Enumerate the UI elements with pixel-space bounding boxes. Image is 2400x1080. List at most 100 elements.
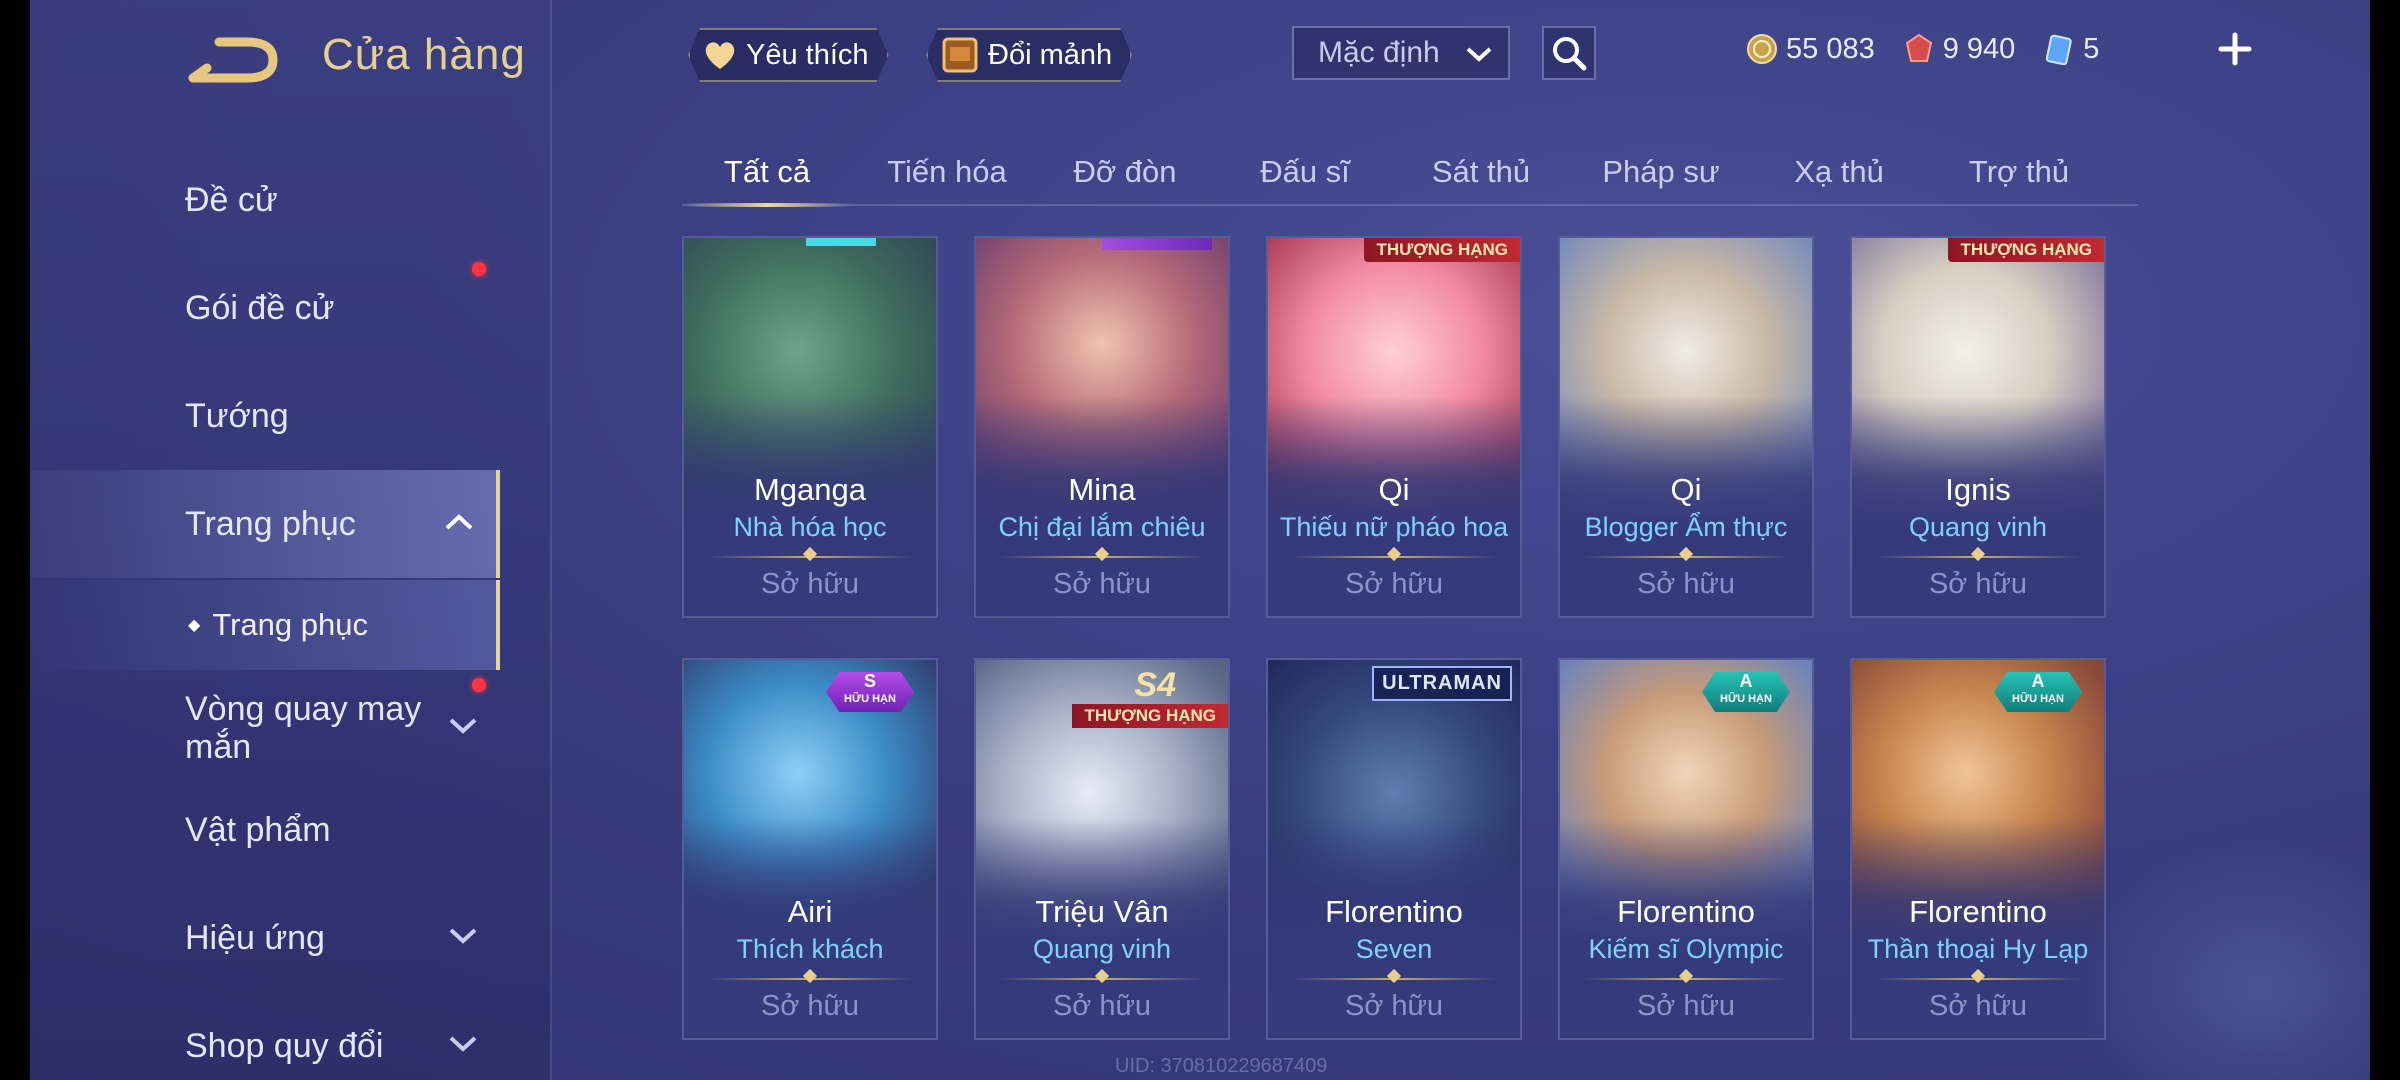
skin-name: Chị đại lắm chiêu (998, 512, 1206, 542)
badge-sub: HỮU HẠN (844, 693, 896, 705)
hero-name: Florentino (1325, 894, 1463, 929)
skin-card[interactable]: THƯỢNG HẠNG Qi Thiếu nữ pháo hoa Sở hữu (1266, 236, 1522, 618)
rarity-s-badge: S HỮU HẠN (826, 672, 914, 712)
tab-marksman[interactable]: Xạ thủ (1754, 140, 1924, 204)
owned-status: Sở hữu (1052, 990, 1152, 1022)
rarity-strip (1102, 238, 1212, 250)
diamond-bullet-icon: ◆ (188, 617, 201, 634)
skin-name: Thiếu nữ pháo hoa (1279, 512, 1509, 542)
ticket-card-icon (2046, 34, 2072, 65)
tab-label: Pháp sư (1602, 154, 1720, 189)
favorites-button[interactable]: Yêu thích (688, 28, 889, 82)
sidebar-item-label: Gói đề cử (185, 288, 335, 327)
skin-card[interactable]: A HỮU HẠN Florentino Thần thoại Hy Lạp S… (1850, 658, 2106, 1040)
chevron-up-icon (444, 511, 474, 537)
fragment-chest-icon (940, 35, 980, 75)
collab-badge: ULTRAMAN (1372, 666, 1512, 701)
sidebar-item-label: Hiệu ứng (185, 918, 325, 957)
currency-bar: 55 083 9 940 5 (1746, 24, 2286, 74)
tab-evolution[interactable]: Tiến hóa (862, 140, 1032, 204)
season-badge: S4 (1134, 666, 1176, 704)
owned-status: Sở hữu (760, 568, 860, 600)
owned-status: Sở hữu (1636, 568, 1736, 600)
sidebar-subitem-skins[interactable]: ◆ Trang phục (30, 580, 500, 670)
sidebar-item-label: Trang phục (185, 504, 356, 543)
badge-grade: A (2031, 671, 2045, 691)
skin-card[interactable]: A HỮU HẠN Florentino Kiếm sĩ Olympic Sở … (1558, 658, 1814, 1040)
skin-card[interactable]: Qi Blogger Ẩm thực Sở hữu (1558, 236, 1814, 618)
skin-name: Quang vinh (1908, 512, 2048, 542)
tab-label: Tiến hóa (887, 154, 1007, 189)
sidebar-item-items[interactable]: Vật phẩm (30, 780, 500, 880)
gold-balance: 55 083 (1746, 33, 1875, 66)
skin-name: Blogger Ẩm thực (1584, 512, 1788, 542)
tab-label: Đấu sĩ (1260, 154, 1350, 189)
favorites-label: Yêu thích (746, 38, 869, 71)
hero-name: Mganga (753, 472, 867, 507)
rarity-a-badge: A HỮU HẠN (1702, 672, 1790, 712)
hero-name: Qi (1378, 472, 1410, 507)
gold-coin-icon (1747, 34, 1777, 64)
sort-value: Mặc định (1318, 36, 1440, 69)
tab-label: Tất cả (723, 154, 811, 189)
rarity-strip (806, 238, 876, 246)
sidebar-item-bundles[interactable]: Gói đề cử (30, 258, 500, 358)
badge-grade: S (863, 671, 876, 691)
tab-label: Đỡ đòn (1073, 154, 1177, 189)
notification-dot (472, 262, 486, 276)
sidebar-item-label: Đề cử (185, 180, 278, 219)
hero-name: Florentino (1617, 894, 1755, 929)
user-id-watermark: UID: 370810229687409 (1115, 1055, 1328, 1077)
rarity-a-badge: A HỮU HẠN (1994, 672, 2082, 712)
tab-mage[interactable]: Pháp sư (1576, 140, 1746, 204)
skin-name: Thần thoại Hy Lạp (1867, 934, 2089, 964)
premium-badge: THƯỢNG HẠNG (1072, 704, 1228, 728)
chevron-down-icon (448, 1033, 478, 1059)
sidebar-item-skins[interactable]: Trang phục (30, 470, 500, 578)
skin-card[interactable]: S HỮU HẠN Airi Thích khách Sở hữu (682, 658, 938, 1040)
tab-label: Xạ thủ (1794, 154, 1884, 189)
sidebar-item-lucky-spin[interactable]: Vòng quay may mắn (30, 676, 500, 780)
search-button[interactable] (1542, 26, 1596, 80)
sidebar-item-recommended[interactable]: Đề cử (30, 150, 500, 250)
add-currency-button[interactable] (2210, 24, 2260, 74)
voucher-gem-icon (1905, 33, 1932, 62)
tab-all[interactable]: Tất cả (682, 140, 852, 207)
hero-name: Qi (1670, 472, 1702, 507)
notification-dot (472, 678, 486, 692)
sidebar-item-effects[interactable]: Hiệu ứng (30, 888, 500, 988)
skin-card[interactable]: THƯỢNG HẠNG Ignis Quang vinh Sở hữu (1850, 236, 2106, 618)
heart-icon (702, 39, 738, 71)
owned-status: Sở hữu (1344, 568, 1444, 600)
sidebar-subitem-label: Trang phục (212, 607, 368, 642)
hero-name: Ignis (1945, 472, 2011, 507)
skin-card[interactable]: S4 THƯỢNG HẠNG Triệu Vân Quang vinh Sở h… (974, 658, 1230, 1040)
exchange-label: Đổi mảnh (988, 38, 1113, 71)
owned-status: Sở hữu (1052, 568, 1152, 600)
hero-name: Mina (1068, 472, 1136, 507)
sort-dropdown[interactable]: Mặc định (1292, 26, 1510, 80)
shop-screen: Cửa hàng Đề cử Gói đề cử Tướng Trang phụ… (30, 0, 2370, 1080)
skin-card[interactable]: ULTRAMAN Florentino Seven Sở hữu (1266, 658, 1522, 1040)
sidebar-item-exchange-shop[interactable]: Shop quy đổi (30, 996, 500, 1080)
skin-card[interactable]: Mganga Nhà hóa học Sở hữu (682, 236, 938, 618)
exchange-fragments-button[interactable]: Đổi mảnh (926, 28, 1132, 82)
gold-value: 55 083 (1786, 32, 1875, 65)
badge-grade: A (1739, 671, 1753, 691)
sidebar-item-heroes[interactable]: Tướng (30, 366, 500, 466)
ticket-balance: 5 (2043, 33, 2099, 66)
owned-status: Sở hữu (1344, 990, 1444, 1022)
tab-label: Trợ thủ (1968, 154, 2070, 189)
category-tabs: Tất cả Tiến hóa Đỡ đòn Đấu sĩ Sát thủ Ph… (682, 140, 2138, 207)
skin-card[interactable]: Mina Chị đại lắm chiêu Sở hữu (974, 236, 1230, 618)
chevron-down-icon (1464, 40, 1494, 74)
badge-sub: HỮU HẠN (1720, 693, 1772, 705)
tab-assassin[interactable]: Sát thủ (1396, 140, 1566, 204)
tab-fighter[interactable]: Đấu sĩ (1220, 140, 1390, 204)
premium-badge: THƯỢNG HẠNG (1364, 238, 1520, 262)
tab-support[interactable]: Trợ thủ (1934, 140, 2104, 204)
voucher-value: 9 940 (1942, 32, 2016, 65)
skin-name: Thích khách (736, 934, 884, 964)
tab-tank[interactable]: Đỡ đòn (1040, 140, 1210, 204)
owned-status: Sở hữu (760, 990, 860, 1022)
